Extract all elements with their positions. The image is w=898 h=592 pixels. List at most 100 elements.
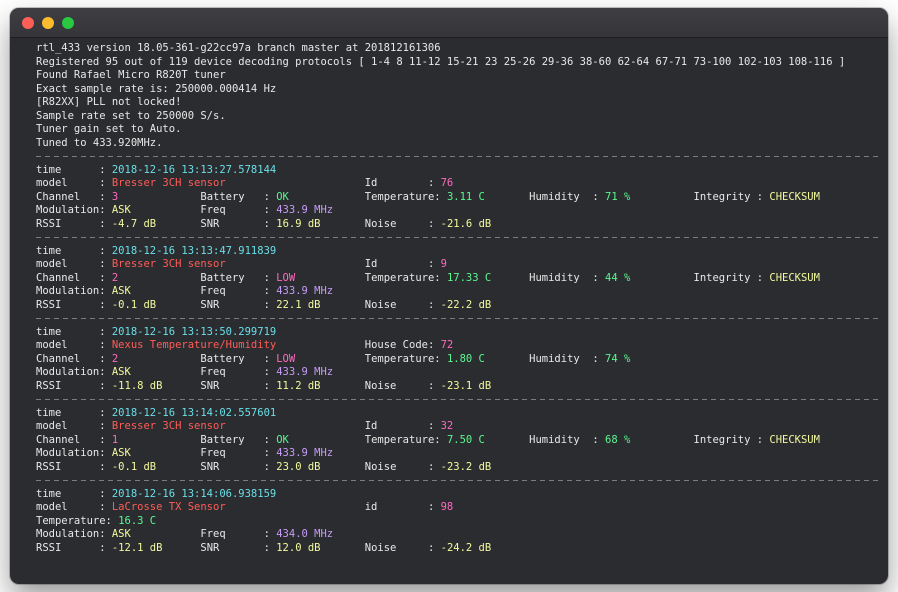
field-value: 2018-12-16 13:13:27.578144 xyxy=(112,164,276,176)
record-separator xyxy=(36,393,878,407)
terminal-header-line: Found Rafael Micro R820T tuner xyxy=(36,69,878,83)
window-titlebar[interactable] xyxy=(10,8,888,38)
field-label: time : xyxy=(36,488,112,500)
record-separator xyxy=(36,312,878,326)
record-line: time : 2018-12-16 13:13:50.299719 xyxy=(36,326,878,340)
field-value: 433.9 MHz xyxy=(276,366,333,378)
field-label: Humidity : xyxy=(529,434,605,446)
field-label: Freq : xyxy=(200,285,276,297)
field-value: ASK xyxy=(112,528,131,540)
zoom-button[interactable] xyxy=(62,17,74,29)
field-label: Noise : xyxy=(365,299,441,311)
field-value: CHECKSUM xyxy=(769,272,820,284)
field-padding xyxy=(485,353,529,365)
field-value: 32 xyxy=(441,420,454,432)
record-line: RSSI : -4.7 dB SNR : 16.9 dB Noise : -21… xyxy=(36,218,878,232)
field-label: Modulation: xyxy=(36,528,112,540)
record-separator xyxy=(36,231,878,245)
field-padding xyxy=(276,245,693,257)
record-separator xyxy=(36,474,878,488)
field-padding xyxy=(491,461,529,473)
field-value: -21.6 dB xyxy=(441,218,492,230)
field-padding xyxy=(453,339,693,351)
field-padding xyxy=(820,272,858,284)
field-padding xyxy=(453,177,693,189)
field-padding xyxy=(156,218,200,230)
field-padding xyxy=(333,285,365,297)
field-label: SNR : xyxy=(200,380,276,392)
field-padding xyxy=(485,434,529,446)
field-label: RSSI : xyxy=(36,218,112,230)
field-label: Temperature: xyxy=(365,191,447,203)
field-label: Modulation: xyxy=(36,285,112,297)
record-line: time : 2018-12-16 13:13:27.578144 xyxy=(36,164,878,178)
record-line: model : Nexus Temperature/Humidity House… xyxy=(36,339,878,353)
field-padding xyxy=(820,434,858,446)
close-button[interactable] xyxy=(22,17,34,29)
field-label: Integrity : xyxy=(694,434,770,446)
field-label: Modulation: xyxy=(36,447,112,459)
field-value: 98 xyxy=(441,501,454,513)
field-padding xyxy=(276,407,693,419)
field-label: Battery : xyxy=(200,353,276,365)
record-line: Modulation: ASK Freq : 433.9 MHz xyxy=(36,366,878,380)
field-label: Freq : xyxy=(200,366,276,378)
field-value: 17.33 C xyxy=(447,272,491,284)
record-line: Channel : 2 Battery : LOW Temperature: 1… xyxy=(36,353,878,367)
record-line: RSSI : -0.1 dB SNR : 22.1 dB Noise : -22… xyxy=(36,299,878,313)
field-label: Humidity : xyxy=(529,191,605,203)
field-padding xyxy=(333,204,365,216)
field-label: SNR : xyxy=(200,461,276,473)
field-label: SNR : xyxy=(200,218,276,230)
field-label: model : xyxy=(36,258,112,270)
terminal-header-line: Sample rate set to 250000 S/s. xyxy=(36,110,878,124)
field-padding xyxy=(226,501,365,513)
field-padding xyxy=(131,447,201,459)
field-padding xyxy=(162,542,200,554)
field-label: Battery : xyxy=(200,434,276,446)
field-value: 16.3 C xyxy=(118,515,156,527)
record-line: time : 2018-12-16 13:14:06.938159 xyxy=(36,488,878,502)
field-padding xyxy=(333,447,365,459)
field-label: model : xyxy=(36,501,112,513)
record-line: Modulation: ASK Freq : 433.9 MHz xyxy=(36,204,878,218)
terminal-window: rtl_433 version 18.05-361-g22cc97a branc… xyxy=(10,8,888,584)
field-padding xyxy=(321,299,365,311)
field-label: Modulation: xyxy=(36,366,112,378)
field-label: Freq : xyxy=(200,204,276,216)
field-padding xyxy=(276,339,365,351)
record-line: Channel : 1 Battery : OK Temperature: 7.… xyxy=(36,434,878,448)
field-label: Noise : xyxy=(365,461,441,473)
field-label: RSSI : xyxy=(36,542,112,554)
field-value: CHECKSUM xyxy=(769,191,820,203)
terminal-header-line: Exact sample rate is: 250000.000414 Hz xyxy=(36,83,878,97)
field-label: Channel : xyxy=(36,353,112,365)
field-value: 433.9 MHz xyxy=(276,285,333,297)
field-label: Modulation: xyxy=(36,204,112,216)
field-label: Noise : xyxy=(365,380,441,392)
field-padding xyxy=(447,258,694,270)
field-label: Noise : xyxy=(365,218,441,230)
terminal-header-line: Tuner gain set to Auto. xyxy=(36,123,878,137)
field-padding xyxy=(276,326,693,338)
field-label: House Code: xyxy=(365,339,441,351)
record-line: time : 2018-12-16 13:14:02.557601 xyxy=(36,407,878,421)
field-value: 76 xyxy=(441,177,454,189)
record-line: RSSI : -0.1 dB SNR : 23.0 dB Noise : -23… xyxy=(36,461,878,475)
minimize-button[interactable] xyxy=(42,17,54,29)
field-value: ASK xyxy=(112,285,131,297)
field-value: 71 % xyxy=(605,191,630,203)
field-label: id : xyxy=(365,501,441,513)
field-value: -0.1 dB xyxy=(112,299,156,311)
terminal-content[interactable]: rtl_433 version 18.05-361-g22cc97a branc… xyxy=(10,38,888,555)
record-line: Channel : 3 Battery : OK Temperature: 3.… xyxy=(36,191,878,205)
field-label: Battery : xyxy=(200,191,276,203)
field-padding xyxy=(118,353,200,365)
field-value: 72 xyxy=(441,339,454,351)
field-padding xyxy=(485,191,529,203)
record-line: model : LaCrosse TX Sensor id : 98 xyxy=(36,501,878,515)
field-value: 74 % xyxy=(605,353,630,365)
field-padding xyxy=(156,461,200,473)
field-value: 12.0 dB xyxy=(276,542,320,554)
terminal-header-line: Registered 95 out of 119 device decoding… xyxy=(36,56,878,70)
